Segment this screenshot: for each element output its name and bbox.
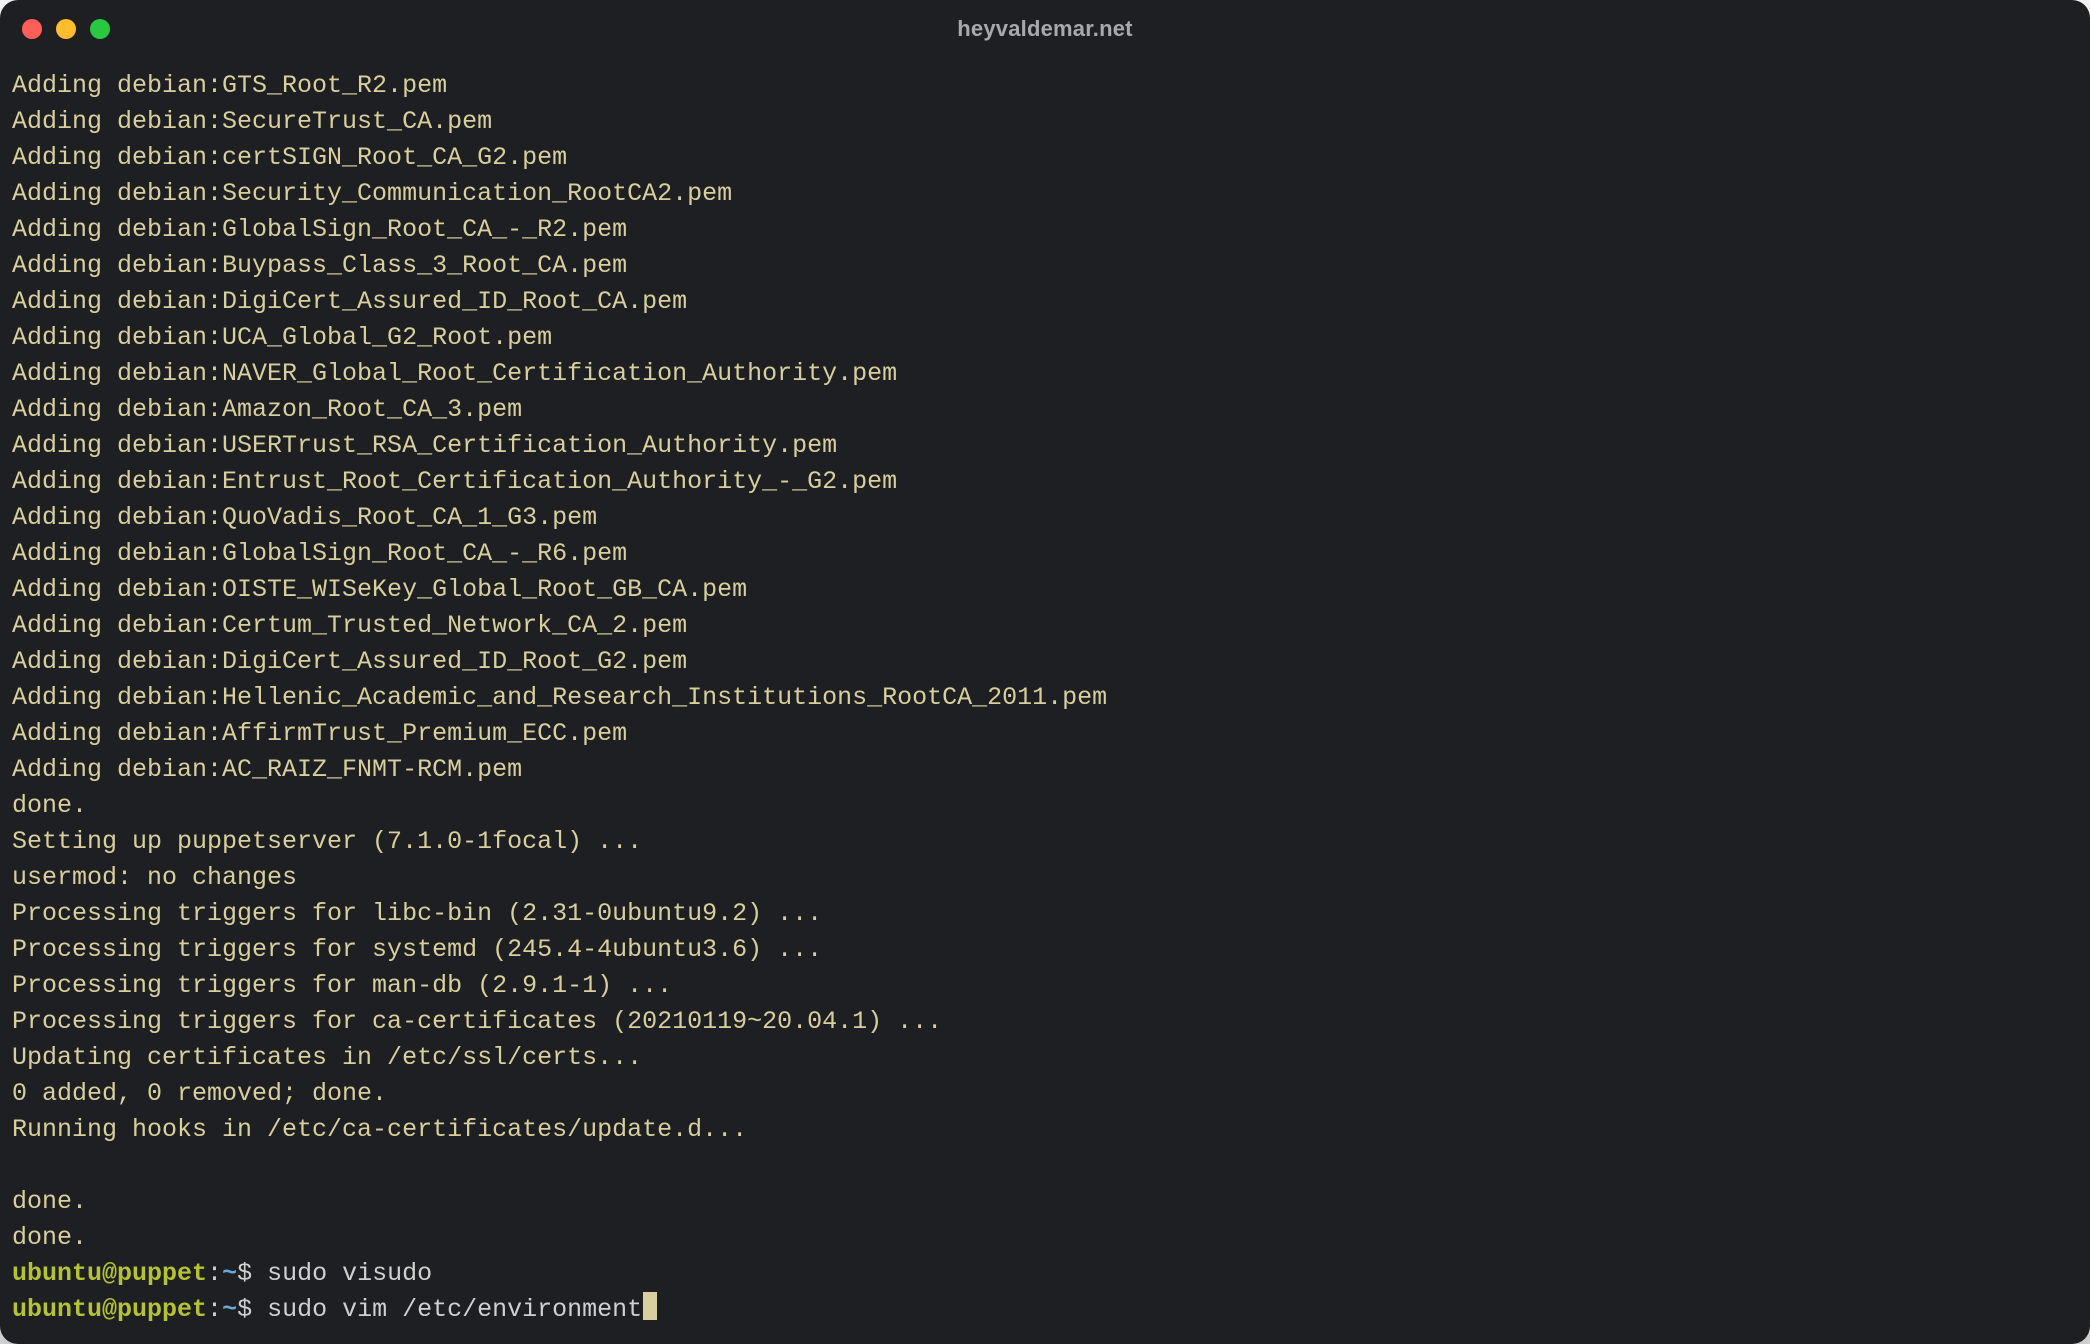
terminal-output-line: Adding debian:SecureTrust_CA.pem <box>12 104 2078 140</box>
terminal-output-line: Adding debian:certSIGN_Root_CA_G2.pem <box>12 140 2078 176</box>
terminal-output-line: done. <box>12 1220 2078 1256</box>
close-icon[interactable] <box>22 19 42 39</box>
prompt-symbol: $ <box>237 1259 252 1288</box>
terminal-output-line: Adding debian:USERTrust_RSA_Certificatio… <box>12 428 2078 464</box>
terminal-output-line: Adding debian:NAVER_Global_Root_Certific… <box>12 356 2078 392</box>
terminal-window: heyvaldemar.net Adding debian:GTS_Root_R… <box>0 0 2090 1344</box>
prompt-user: ubuntu <box>12 1295 102 1324</box>
terminal-output-line: Adding debian:QuoVadis_Root_CA_1_G3.pem <box>12 500 2078 536</box>
terminal-output-line: Processing triggers for systemd (245.4-4… <box>12 932 2078 968</box>
terminal-output-line: Updating certificates in /etc/ssl/certs.… <box>12 1040 2078 1076</box>
prompt-colon: : <box>207 1295 222 1324</box>
terminal-output-line: Adding debian:Certum_Trusted_Network_CA_… <box>12 608 2078 644</box>
terminal-output-line: Adding debian:GlobalSign_Root_CA_-_R6.pe… <box>12 536 2078 572</box>
terminal-output-line <box>12 1148 2078 1184</box>
terminal-output-line: Processing triggers for man-db (2.9.1-1)… <box>12 968 2078 1004</box>
prompt-at: @ <box>102 1259 117 1288</box>
prompt-at: @ <box>102 1295 117 1324</box>
window-controls <box>22 19 110 39</box>
cursor-icon <box>643 1292 657 1320</box>
terminal-output-line: Adding debian:AffirmTrust_Premium_ECC.pe… <box>12 716 2078 752</box>
minimize-icon[interactable] <box>56 19 76 39</box>
terminal-output-line: Adding debian:DigiCert_Assured_ID_Root_C… <box>12 284 2078 320</box>
zoom-icon[interactable] <box>90 19 110 39</box>
terminal-output-line: Setting up puppetserver (7.1.0-1focal) .… <box>12 824 2078 860</box>
terminal-output-line: Adding debian:Security_Communication_Roo… <box>12 176 2078 212</box>
prompt-user: ubuntu <box>12 1259 102 1288</box>
prompt-host: puppet <box>117 1259 207 1288</box>
terminal-output-line: Adding debian:AC_RAIZ_FNMT-RCM.pem <box>12 752 2078 788</box>
terminal-prompt-line: ubuntu@puppet:~$ sudo visudo <box>12 1256 2078 1292</box>
terminal-output-line: Running hooks in /etc/ca-certificates/up… <box>12 1112 2078 1148</box>
terminal-output-line: Processing triggers for libc-bin (2.31-0… <box>12 896 2078 932</box>
terminal-output-line: Adding debian:DigiCert_Assured_ID_Root_G… <box>12 644 2078 680</box>
prompt-command: sudo visudo <box>267 1259 432 1288</box>
terminal-output-line: done. <box>12 1184 2078 1220</box>
prompt-cwd: ~ <box>222 1259 237 1288</box>
terminal-output-line: Adding debian:Hellenic_Academic_and_Rese… <box>12 680 2078 716</box>
terminal-output-line: Adding debian:UCA_Global_G2_Root.pem <box>12 320 2078 356</box>
titlebar: heyvaldemar.net <box>0 0 2090 58</box>
terminal-output-line: Adding debian:OISTE_WISeKey_Global_Root_… <box>12 572 2078 608</box>
prompt-symbol: $ <box>237 1295 252 1324</box>
window-title: heyvaldemar.net <box>0 16 2090 42</box>
terminal-output-line: 0 added, 0 removed; done. <box>12 1076 2078 1112</box>
terminal-output-line: Adding debian:Amazon_Root_CA_3.pem <box>12 392 2078 428</box>
prompt-command: sudo vim /etc/environment <box>267 1295 642 1324</box>
terminal-output-line: Processing triggers for ca-certificates … <box>12 1004 2078 1040</box>
terminal-output-line: done. <box>12 788 2078 824</box>
terminal-output-line: Adding debian:Entrust_Root_Certification… <box>12 464 2078 500</box>
terminal-body[interactable]: Adding debian:GTS_Root_R2.pemAdding debi… <box>0 58 2090 1344</box>
prompt-colon: : <box>207 1259 222 1288</box>
terminal-output-line: Adding debian:Buypass_Class_3_Root_CA.pe… <box>12 248 2078 284</box>
prompt-host: puppet <box>117 1295 207 1324</box>
prompt-cwd: ~ <box>222 1295 237 1324</box>
terminal-output-line: usermod: no changes <box>12 860 2078 896</box>
terminal-prompt-line: ubuntu@puppet:~$ sudo vim /etc/environme… <box>12 1292 2078 1328</box>
terminal-output-line: Adding debian:GTS_Root_R2.pem <box>12 68 2078 104</box>
terminal-output-line: Adding debian:GlobalSign_Root_CA_-_R2.pe… <box>12 212 2078 248</box>
